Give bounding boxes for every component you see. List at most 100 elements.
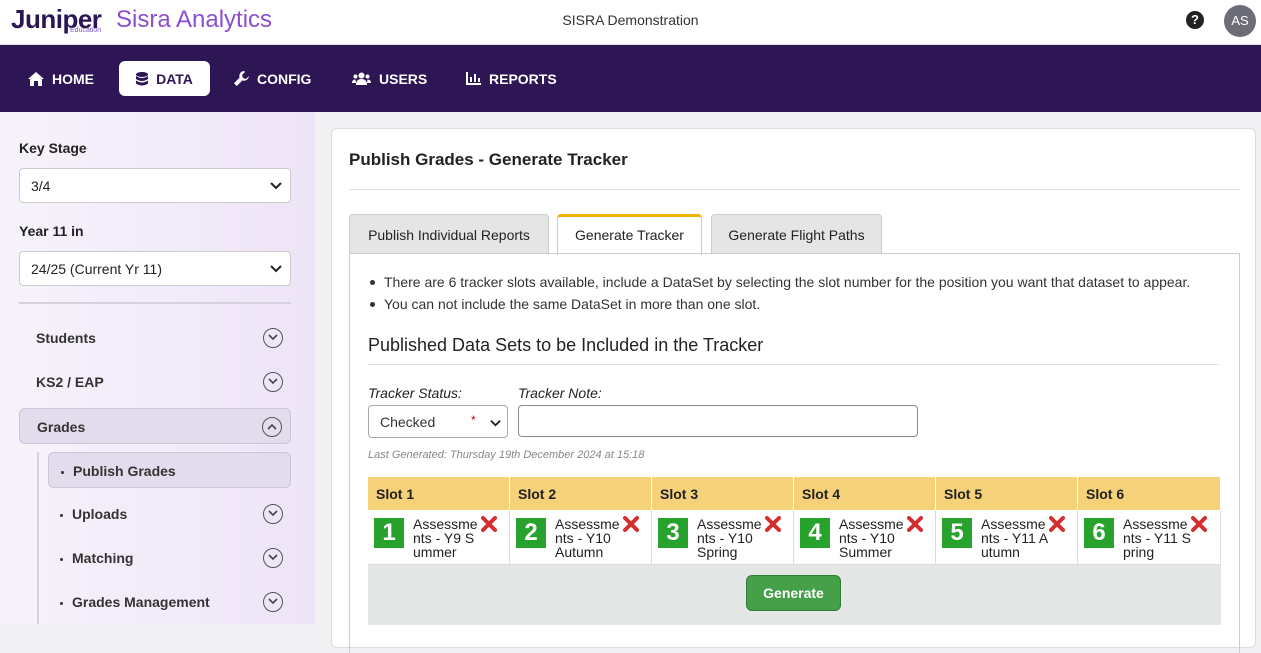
main-nav: HOME DATA CONFIG USERS REPORTS xyxy=(0,45,1261,112)
key-stage-select[interactable]: 3/4 xyxy=(19,168,291,203)
tab-publish-individual-reports[interactable]: Publish Individual Reports xyxy=(349,214,549,254)
year-value: 24/25 (Current Yr 11) xyxy=(31,261,162,277)
tracker-status-select[interactable]: Checked * xyxy=(368,405,508,438)
remove-icon[interactable] xyxy=(1049,516,1065,532)
bar-chart-icon xyxy=(466,72,481,85)
remove-icon[interactable] xyxy=(623,516,639,532)
sidebar-item-label: Students xyxy=(36,330,96,346)
brand-logo-sub: Education xyxy=(70,27,102,34)
slot-header: Slot 2 xyxy=(510,477,652,510)
slot-number: 6 xyxy=(1084,518,1114,548)
sidebar-item-ks2-eap[interactable]: KS2 / EAP xyxy=(19,364,291,400)
nav-config-label: CONFIG xyxy=(257,70,312,87)
tab-generate-tracker[interactable]: Generate Tracker xyxy=(557,214,702,255)
slot-dataset-name: Assessments - Y9 Summer xyxy=(413,516,478,560)
required-marker: * xyxy=(471,413,476,427)
sidebar-item-label: Uploads xyxy=(72,506,128,522)
nav-config[interactable]: CONFIG xyxy=(224,61,321,96)
section-title: Published Data Sets to be Included in th… xyxy=(368,335,764,355)
chevron-down-icon xyxy=(270,182,282,190)
organisation-name: SISRA Demonstration xyxy=(562,12,699,28)
generate-button[interactable]: Generate xyxy=(746,575,841,611)
database-icon xyxy=(136,71,149,85)
section-divider xyxy=(368,364,1220,365)
slot-cell: 1 Assessments - Y9 Summer xyxy=(368,510,510,565)
sidebar-item-grades[interactable]: Grades xyxy=(19,408,291,444)
sidebar-item-students[interactable]: Students xyxy=(19,320,291,356)
slot-cell: 3 Assessments - Y10 Spring xyxy=(652,510,794,565)
sidebar: Key Stage 3/4 Year 11 in 24/25 (Current … xyxy=(0,112,315,624)
sidebar-item-label: Publish Grades xyxy=(73,463,176,479)
remove-icon[interactable] xyxy=(1191,516,1207,532)
slot-number: 5 xyxy=(942,518,972,548)
remove-icon[interactable] xyxy=(765,516,781,532)
nav-home-label: HOME xyxy=(52,70,94,87)
chevron-down-icon[interactable] xyxy=(263,592,283,612)
chevron-up-icon[interactable] xyxy=(262,417,282,437)
key-stage-value: 3/4 xyxy=(31,178,51,194)
tracker-status-label: Tracker Status: xyxy=(368,385,462,401)
year-label: Year 11 in xyxy=(19,223,84,239)
remove-icon[interactable] xyxy=(481,516,497,532)
nav-reports[interactable]: REPORTS xyxy=(456,61,567,96)
sidebar-item-matching[interactable]: Matching xyxy=(48,540,291,576)
sidebar-item-label: Grades Management xyxy=(72,594,210,610)
tab-content: There are 6 tracker slots available, inc… xyxy=(349,253,1240,653)
nav-reports-label: REPORTS xyxy=(489,70,557,87)
wrench-icon xyxy=(234,71,249,86)
slot-header: Slot 4 xyxy=(794,477,936,510)
slot-dataset-name: Assessments - Y10 Spring xyxy=(697,516,762,560)
chevron-down-icon xyxy=(490,420,501,427)
slot-header: Slot 1 xyxy=(368,477,510,510)
slot-number: 3 xyxy=(658,518,688,548)
sidebar-item-label: Grades xyxy=(37,419,86,435)
slot-cell: 5 Assessments - Y11 Autumn xyxy=(936,510,1078,565)
sidebar-item-label: Matching xyxy=(72,550,134,566)
slot-cell: 4 Assessments - Y10 Summer xyxy=(794,510,936,565)
chevron-down-icon[interactable] xyxy=(263,328,283,348)
slot-dataset-name: Assessments - Y11 Spring xyxy=(1123,516,1191,560)
nav-home[interactable]: HOME xyxy=(18,61,104,96)
chevron-down-icon[interactable] xyxy=(263,548,283,568)
main-panel: Publish Grades - Generate Tracker Publis… xyxy=(331,128,1256,653)
sidebar-item-label: KS2 / EAP xyxy=(36,374,104,390)
tracker-note-input[interactable] xyxy=(518,405,918,437)
generate-bar: Generate xyxy=(368,565,1221,625)
top-bar: Juniper Education Sisra Analytics SISRA … xyxy=(0,0,1261,45)
slot-header: Slot 6 xyxy=(1078,477,1221,510)
chevron-down-icon xyxy=(270,265,282,273)
slot-dataset-name: Assessments - Y10 Summer xyxy=(839,516,904,560)
tracker-status-value: Checked xyxy=(380,414,436,430)
nav-data-label: DATA xyxy=(156,70,193,87)
sidebar-item-uploads[interactable]: Uploads xyxy=(48,496,291,532)
nav-data[interactable]: DATA xyxy=(119,61,210,96)
slot-header: Slot 3 xyxy=(652,477,794,510)
avatar[interactable]: AS xyxy=(1224,5,1256,37)
sidebar-divider xyxy=(19,302,291,304)
remove-icon[interactable] xyxy=(907,516,923,532)
nav-users[interactable]: USERS xyxy=(342,61,437,96)
slot-number: 2 xyxy=(516,518,546,548)
chevron-down-icon[interactable] xyxy=(263,372,283,392)
sidebar-item-publish-grades[interactable]: Publish Grades xyxy=(48,452,291,488)
year-select[interactable]: 24/25 (Current Yr 11) xyxy=(19,251,291,286)
question-circle-icon[interactable]: ? xyxy=(1186,11,1204,29)
page-title: Publish Grades - Generate Tracker xyxy=(349,150,628,169)
slot-dataset-name: Assessments - Y10 Autumn xyxy=(555,516,620,560)
sidebar-item-grades-management[interactable]: Grades Management xyxy=(48,584,291,620)
list-item: You can not include the same DataSet in … xyxy=(367,293,1190,315)
slot-cell: 6 Assessments - Y11 Spring xyxy=(1078,510,1221,565)
slot-header: Slot 5 xyxy=(936,477,1078,510)
key-stage-label: Key Stage xyxy=(19,140,87,156)
slot-dataset-name: Assessments - Y11 Autumn xyxy=(981,516,1049,560)
slot-cell: 2 Assessments - Y10 Autumn xyxy=(510,510,652,565)
slot-number: 4 xyxy=(800,518,830,548)
tab-generate-flight-paths[interactable]: Generate Flight Paths xyxy=(711,214,882,254)
tracker-note-label: Tracker Note: xyxy=(518,385,602,401)
last-generated-text: Last Generated: Thursday 19th December 2… xyxy=(368,449,645,461)
users-icon xyxy=(352,72,371,85)
slot-number: 1 xyxy=(374,518,404,548)
submenu-line xyxy=(37,452,39,624)
home-icon xyxy=(28,71,44,86)
chevron-down-icon[interactable] xyxy=(263,504,283,524)
